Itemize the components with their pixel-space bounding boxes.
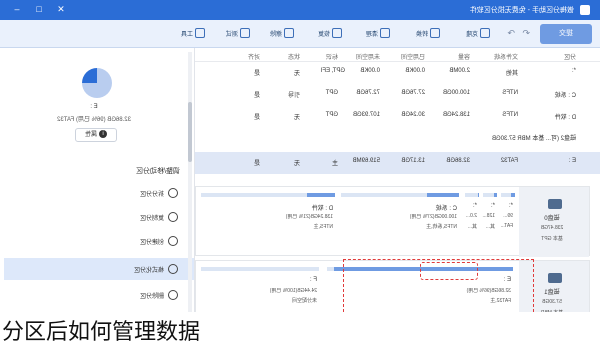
- create-icon: [168, 236, 178, 246]
- maximize-icon[interactable]: □: [34, 3, 44, 15]
- properties-button[interactable]: i属性: [75, 128, 117, 142]
- copy-icon: [168, 212, 178, 222]
- app-logo-icon: [580, 5, 590, 15]
- disk-card-0[interactable]: 磁盘0 238.47GB 基本 GPT *: 99... FAT... *: 1…: [195, 186, 590, 257]
- delete-icon: [168, 290, 178, 300]
- sidebar-item-create[interactable]: 创建分区: [4, 230, 194, 252]
- partition-block[interactable]: *: 2.0... 其...: [465, 193, 479, 249]
- resize-icon: [168, 188, 178, 198]
- toolbar-test[interactable]: 测试: [226, 28, 250, 38]
- partition-block[interactable]: C : 系统 100.00GB(27% 已用) NTFS,系统,主: [341, 193, 459, 249]
- partition-block[interactable]: *: 99... FAT...: [501, 193, 515, 249]
- close-icon[interactable]: ✕: [56, 3, 66, 15]
- toolbar-clean[interactable]: 清理: [366, 28, 390, 38]
- info-icon: i: [99, 130, 108, 139]
- tools-icon: [195, 28, 205, 38]
- table-row[interactable]: *: 其他 2.00MB 0.00KB 0.00KB GPT, EFI 无 是: [195, 62, 600, 84]
- title-bar: 傲梅分区助手 - 免费无损分区软件 ✕ □ –: [0, 0, 600, 20]
- redo-icon[interactable]: ↷: [507, 28, 515, 39]
- table-row[interactable]: D : 软件 NTFS 138.24GB 30.24GB 107.93GB GP…: [195, 106, 600, 128]
- test-icon: [240, 28, 250, 38]
- operations-panel: E : 32.86GB (96% 已用) FAT32 i属性 调整/移动分区 拆…: [0, 48, 195, 348]
- window-title: 傲梅分区助手 - 免费无损分区软件: [469, 7, 574, 14]
- minimize-icon[interactable]: –: [12, 3, 22, 15]
- disk-icon: [548, 273, 562, 283]
- convert-icon: [430, 28, 440, 38]
- toolbar-clone[interactable]: 克隆: [466, 28, 490, 38]
- table-row[interactable]: C : 系统 NTFS 100.00GB 27.76GB 72.76GB GPT…: [195, 84, 600, 106]
- drive-name: E :: [90, 104, 98, 110]
- clone-icon: [480, 28, 490, 38]
- format-icon: [168, 264, 178, 274]
- undo-icon[interactable]: ↶: [522, 28, 530, 39]
- partition-block[interactable]: D : 软件 138.24GB(21% 已用) NTFS,主: [201, 193, 335, 249]
- toolbar-tools[interactable]: 工具: [181, 28, 205, 38]
- section-title: 调整/移动分区: [136, 168, 180, 175]
- usage-pie-chart: [82, 68, 112, 98]
- sidebar-item-split[interactable]: 复制分区: [4, 206, 194, 228]
- table-header: 分区 文件系统 容量 已用空间 未用空间 标识 状态 对齐: [195, 48, 600, 62]
- scrollbar-thumb[interactable]: [188, 102, 192, 162]
- sidebar-item-format[interactable]: 格式化分区: [4, 258, 194, 280]
- table-row-selected[interactable]: E : FAT32 32.86GB 13.17GB 519.69MB 主 无 是: [195, 152, 600, 174]
- toolbar: 提交 ↶ ↷ 克隆 转换 清理 恢复 擦除 测试 工具: [0, 20, 600, 48]
- drive-info: 32.86GB (96% 已用) FAT32: [57, 117, 131, 123]
- toolbar-recover[interactable]: 恢复: [318, 28, 342, 38]
- caption-bar: 分区后如何管理数据: [0, 312, 600, 348]
- window-controls: ✕ □ –: [12, 3, 66, 15]
- panel-scrollbar[interactable]: [188, 52, 192, 342]
- disk-header: 磁盘0 238.47GB 基本 GPT: [519, 187, 589, 257]
- sidebar-item-delete[interactable]: 删除分区: [4, 284, 194, 306]
- recover-icon: [332, 28, 342, 38]
- disk-icon: [548, 199, 562, 209]
- toolbar-wipe[interactable]: 擦除: [270, 28, 294, 38]
- apply-button[interactable]: 提交: [540, 24, 592, 44]
- clean-icon: [380, 28, 390, 38]
- sidebar-item-resize[interactable]: 拆分分区: [4, 182, 194, 204]
- caption-text: 分区后如何管理数据: [2, 320, 201, 345]
- disk-label-row[interactable]: 磁盘2 (可... 基本 MBR 57.30GB: [195, 128, 600, 146]
- wipe-icon: [284, 28, 294, 38]
- toolbar-convert[interactable]: 转换: [416, 28, 440, 38]
- partition-block[interactable]: *: 128... 其...: [482, 193, 497, 249]
